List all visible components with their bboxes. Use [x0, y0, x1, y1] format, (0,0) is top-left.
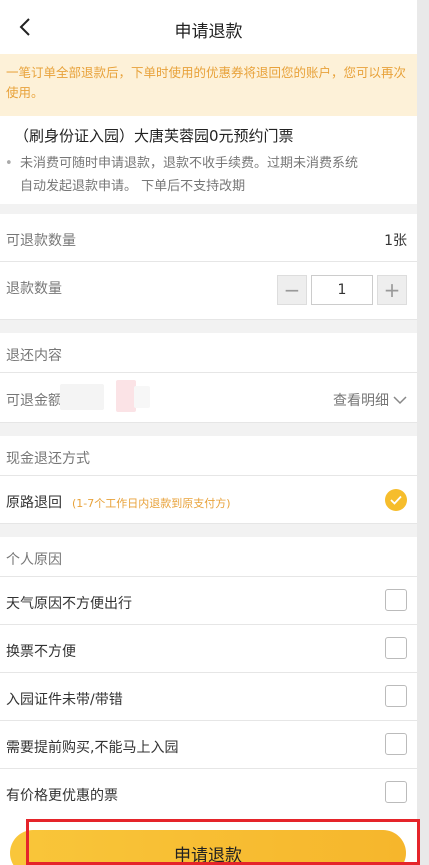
reason-checkbox[interactable] — [385, 781, 407, 803]
check-icon — [390, 495, 402, 505]
reason-item[interactable]: 需要提前购买,不能马上入园 — [0, 721, 417, 769]
original-route-hint: (1-7个工作日内退款到原支付方) — [72, 497, 231, 510]
refund-quantity-label: 退款数量 — [6, 281, 62, 297]
reason-label: 有价格更优惠的票 — [6, 788, 118, 804]
reason-checkbox[interactable] — [385, 733, 407, 755]
original-route-check[interactable] — [385, 489, 407, 511]
personal-reason-label: 个人原因 — [6, 552, 62, 568]
redacted-amount — [60, 378, 150, 412]
quantity-stepper: − 1 + — [277, 275, 407, 305]
decrement-button[interactable]: − — [277, 275, 307, 305]
reason-item[interactable]: 天气原因不方便出行 — [0, 577, 417, 625]
refundable-quantity-row: 可退款数量 1张 — [0, 214, 417, 262]
original-route-label: 原路退回 (1-7个工作日内退款到原支付方) — [6, 492, 231, 512]
product-title: （刷身份证入园）大唐芙蓉园0元预约门票 — [14, 127, 294, 145]
scrollbar[interactable] — [417, 0, 429, 865]
view-detail-label: 查看明细 — [333, 393, 389, 409]
coupon-notice: 一笔订单全部退款后，下单时使用的优惠券将退回您的账户，您可以再次使用。 — [0, 54, 417, 116]
increment-button[interactable]: + — [377, 275, 407, 305]
page-title: 申请退款 — [174, 22, 243, 42]
refund-quantity-row: 退款数量 − 1 + — [0, 262, 417, 320]
product-note-line2: 自动发起退款申请。 下单后不支持改期 — [20, 179, 246, 194]
header-bar: 申请退款 — [0, 0, 417, 54]
reason-item[interactable]: 入园证件未带/带错 — [0, 673, 417, 721]
refundable-quantity-value: 1张 — [384, 233, 407, 249]
refund-content-row: 退还内容 — [0, 333, 417, 373]
view-detail-link[interactable]: 查看明细 — [333, 390, 407, 410]
product-note-line1: 未消费可随时申请退款，退款不收手续费。过期未消费系统 — [20, 156, 359, 171]
reason-label: 入园证件未带/带错 — [6, 692, 123, 708]
bullet-icon: • — [5, 156, 13, 171]
reason-checkbox[interactable] — [385, 589, 407, 611]
highlight-outline — [26, 819, 420, 865]
reason-label: 天气原因不方便出行 — [6, 596, 132, 612]
refund-page: 申请退款 一笔订单全部退款后，下单时使用的优惠券将退回您的账户，您可以再次使用。… — [0, 0, 417, 865]
refundable-quantity-label: 可退款数量 — [6, 233, 76, 249]
reason-item[interactable]: 有价格更优惠的票 — [0, 769, 417, 818]
reason-checkbox[interactable] — [385, 685, 407, 707]
cash-method-label: 现金退还方式 — [6, 451, 90, 467]
reason-checkbox[interactable] — [385, 637, 407, 659]
personal-reason-header: 个人原因 — [0, 537, 417, 577]
reason-item[interactable]: 换票不方便 — [0, 625, 417, 673]
refund-amount-label: 可退金额 — [6, 393, 62, 409]
chevron-down-icon — [393, 396, 407, 405]
product-note: • 未消费可随时申请退款，退款不收手续费。过期未消费系统 自动发起退款申请。 下… — [5, 152, 409, 198]
original-route-text: 原路退回 — [6, 495, 62, 511]
product-card: （刷身份证入园）大唐芙蓉园0元预约门票 • 未消费可随时申请退款，退款不收手续费… — [0, 116, 417, 204]
refund-content-label: 退还内容 — [6, 348, 62, 364]
reason-label: 需要提前购买,不能马上入园 — [6, 740, 179, 756]
original-route-row[interactable]: 原路退回 (1-7个工作日内退款到原支付方) — [0, 476, 417, 524]
reason-label: 换票不方便 — [6, 644, 76, 660]
quantity-input[interactable]: 1 — [311, 275, 373, 305]
cash-method-row: 现金退还方式 — [0, 436, 417, 476]
